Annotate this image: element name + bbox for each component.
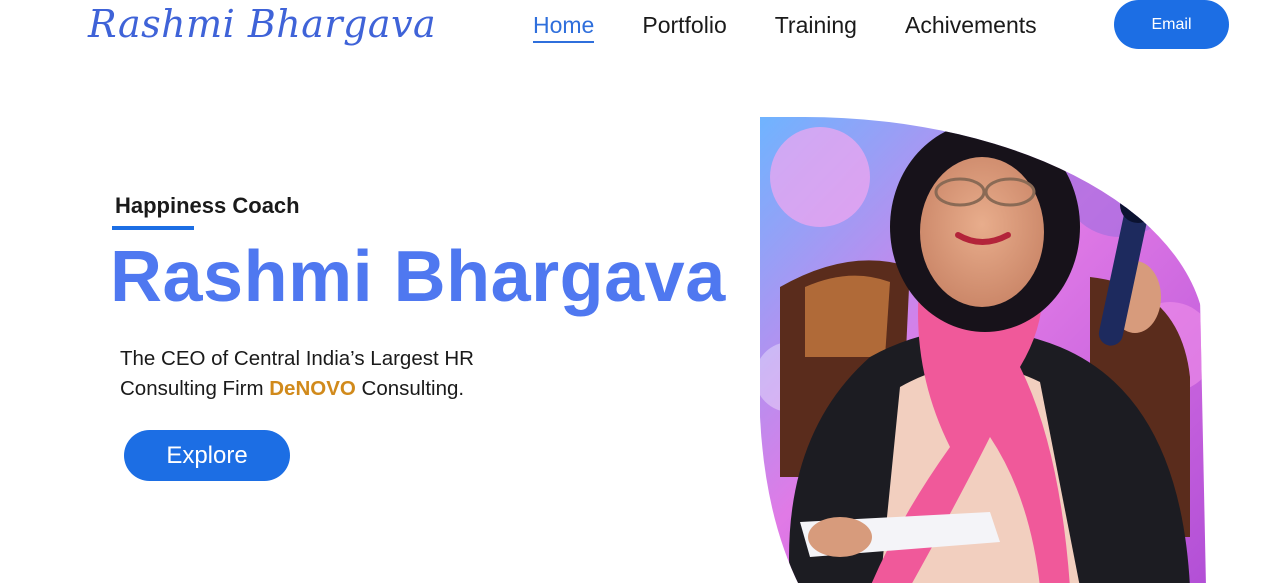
hero-title: Rashmi Bhargava [110,237,726,317]
eyebrow-underline [112,226,194,230]
nav-home[interactable]: Home [533,11,595,43]
hero-photo [760,117,1206,583]
hero-eyebrow: Happiness Coach [115,193,300,218]
nav-portfolio[interactable]: Portfolio [642,11,726,39]
brand-name: DeNOVO [269,377,356,400]
desc-line-2-suffix: Consulting. [355,377,465,400]
nav-achievements[interactable]: Achivements [905,11,1037,39]
desc-line-2-prefix: Consulting Firm [120,377,270,400]
site-logo[interactable]: Rashmi Bhargava [88,2,436,46]
hero-description: The CEO of Central India’s Largest HR Co… [120,344,540,404]
main-nav: Home Portfolio Training Achivements [533,10,1085,43]
nav-training[interactable]: Training [775,11,857,39]
desc-line-1: The CEO of Central India’s Largest HR [120,347,474,370]
explore-button[interactable]: Explore [124,430,290,481]
email-button[interactable]: Email [1114,0,1229,49]
